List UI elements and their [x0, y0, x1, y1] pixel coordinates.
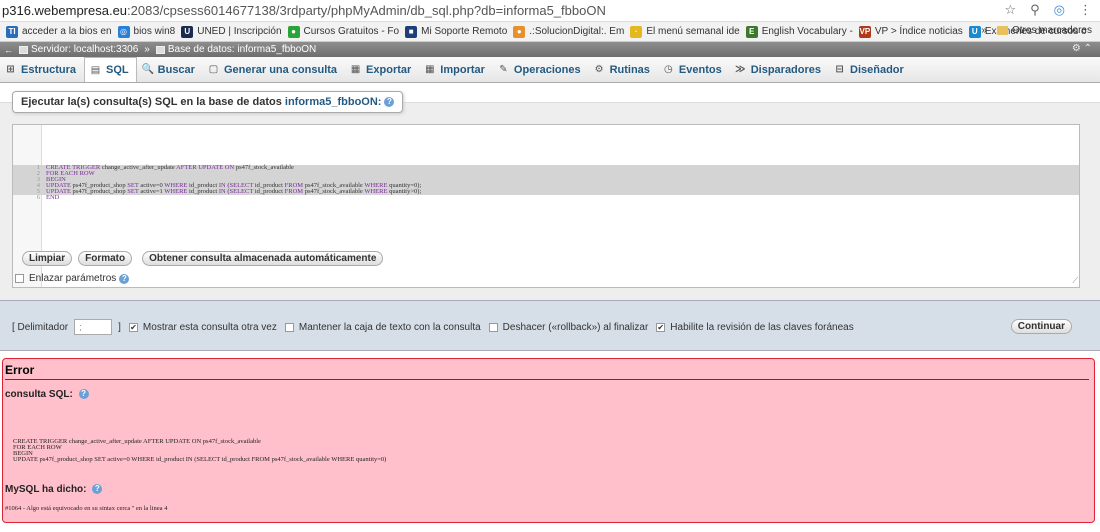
sql-code[interactable]: 1 CREATE TRIGGER change_active_after_upda…	[13, 125, 1079, 201]
solucion-bookmark-icon: ●	[513, 25, 526, 38]
uned-bookmark-icon: U	[181, 25, 194, 38]
bookmark-item[interactable]: E English Vocabulary -	[745, 25, 853, 38]
english-bookmark-icon: E	[745, 25, 758, 38]
help-icon[interactable]: ?	[78, 389, 89, 400]
query-icon: ▢	[208, 64, 219, 75]
structure-icon: ⊞	[6, 64, 15, 75]
tab-buscar[interactable]: 🔍 Buscar	[137, 57, 203, 82]
format-button[interactable]: Formato	[78, 251, 133, 266]
bookmark-item[interactable]: TI acceder a la bios en	[6, 25, 112, 38]
breadcrumb: ← Servidor: localhost:3306 » Base de dat…	[0, 42, 1100, 57]
rollback-option[interactable]: Deshacer («rollback») al finalizar	[488, 322, 648, 333]
tab-importar[interactable]: ▦ Importar	[419, 57, 493, 82]
rollback-checkbox[interactable]	[488, 322, 498, 332]
tab-sql[interactable]: ▤ SQL	[84, 57, 137, 82]
server-icon	[19, 45, 28, 54]
error-title: Error	[5, 363, 35, 377]
error-message: #1064 - Algo está equivocado en su sinta…	[5, 505, 168, 512]
bind-params-checkbox[interactable]	[15, 274, 24, 283]
footer	[0, 525, 1100, 532]
delimiter-input[interactable]: ;	[74, 319, 113, 335]
clear-button[interactable]: Limpiar	[22, 251, 73, 266]
foreign-key-option[interactable]: ✔ Habilite la revisión de las claves forá…	[656, 322, 854, 333]
bookmark-item[interactable]: ● Cursos Gratuitos - Fo	[287, 25, 399, 38]
events-icon: ◷	[664, 64, 673, 75]
collapse-icon[interactable]: ⌃	[1084, 43, 1092, 54]
bios-bookmark-icon: ◎	[117, 25, 130, 38]
import-icon: ▦	[425, 64, 435, 75]
bookmark-item[interactable]: ■ Mi Soporte Remoto	[405, 25, 507, 38]
cursos-bookmark-icon: ●	[287, 25, 300, 38]
foreign-key-checkbox[interactable]: ✔	[656, 322, 666, 332]
tab-rutinas[interactable]: ⚙ Rutinas	[589, 57, 658, 82]
tab-operaciones[interactable]: ✎ Operaciones	[493, 57, 589, 82]
vp-bookmark-icon: VP	[858, 25, 871, 38]
database-icon	[155, 45, 165, 54]
tab-exportar[interactable]: ▦ Exportar	[345, 57, 419, 82]
bookmark-item[interactable]: VP VP > Índice noticias	[858, 25, 963, 38]
routines-icon: ⚙	[594, 64, 604, 75]
divider	[5, 379, 1089, 380]
gear-icon[interactable]: ⚙	[1072, 43, 1081, 54]
sql-icon: ▤	[90, 64, 101, 76]
bookmarks-bar: TI acceder a la bios en ◎ bios win8 U UNED | …	[0, 22, 1100, 42]
export-icon: ▦	[350, 64, 361, 75]
help-icon[interactable]: ?	[92, 484, 103, 495]
bookmark-item[interactable]: · El menú semanal ide	[630, 25, 740, 38]
tab-disparadores[interactable]: ≫ Disparadores	[730, 57, 829, 82]
keep-textbox-option[interactable]: Mantener la caja de texto con la consult…	[284, 322, 481, 333]
acceder-bookmark-icon: TI	[6, 25, 18, 38]
mysql-said-label: MySQL ha dicho: ?	[5, 484, 103, 495]
code-text: END	[46, 194, 60, 201]
tab-diseñador[interactable]: ⊟ Diseñador	[829, 57, 912, 82]
breadcrumb-server[interactable]: Servidor: localhost:3306	[19, 44, 138, 55]
bind-params-option[interactable]: Enlazar parámetros ?	[15, 273, 130, 284]
tab-eventos[interactable]: ◷ Eventos	[658, 57, 730, 82]
arrow-left-icon[interactable]: ←	[4, 45, 13, 55]
bookmark-item[interactable]: U UNED | Inscripción	[181, 25, 282, 38]
bookmark-item[interactable]: ● .:SolucionDigital:. Em	[513, 25, 624, 38]
sql-query-label: consulta SQL: ?	[5, 389, 89, 400]
error-sql-text: CREATE TRIGGER change_active_after_updat…	[13, 438, 387, 463]
help-icon[interactable]: ?	[384, 97, 395, 108]
star-icon[interactable]: ☆	[1004, 2, 1016, 18]
sql-panel-title: Ejecutar la(s) consulta(s) SQL en la bas…	[12, 91, 404, 113]
breadcrumb-database[interactable]: Base de datos: informa5_fbboON	[155, 44, 316, 55]
key-icon[interactable]: ⚲	[1030, 2, 1040, 18]
keep-textbox-checkbox[interactable]	[284, 322, 294, 332]
show-query-checkbox[interactable]: ✔	[128, 322, 138, 332]
line-number: 6	[36, 194, 40, 201]
other-bookmarks[interactable]: Otros marcadores	[996, 25, 1092, 36]
bookmark-item[interactable]: ◎ bios win8	[117, 25, 175, 38]
continue-button[interactable]: Continuar	[1010, 319, 1072, 334]
get-stored-query-button[interactable]: Obtener consulta almacenada automáticame…	[142, 251, 384, 266]
url-text[interactable]: p316.webempresa.eu:2083/cpsess6014677138…	[2, 3, 606, 18]
operations-icon: ✎	[499, 64, 508, 75]
code-line: 6 END	[13, 194, 1079, 201]
search-icon: 🔍	[141, 64, 155, 75]
tab-generar-una-consulta[interactable]: ▢ Generar una consulta	[203, 57, 345, 82]
overflow-chevron-icon[interactable]: »	[981, 25, 987, 36]
extension-icon[interactable]: ◎	[1054, 2, 1065, 18]
examenes-bookmark-icon: U	[968, 25, 981, 38]
show-query-option[interactable]: ✔ Mostrar esta consulta otra vez	[128, 322, 277, 333]
menu-dots-icon[interactable]: ⋮	[1079, 2, 1092, 18]
resize-handle-icon[interactable]: ⟋	[1072, 276, 1078, 286]
error-panel: Error consulta SQL: ? CREATE TRIGGER cha…	[2, 358, 1095, 523]
soporte-bookmark-icon: ■	[405, 25, 418, 38]
menu-bookmark-icon: ·	[630, 25, 643, 38]
tab-bar: ⊞ Estructura ▤ SQL 🔍 Buscar ▢ Generar una consu…	[0, 57, 1100, 83]
db-name-link[interactable]: informa5_fbboON:	[285, 96, 382, 108]
triggers-icon: ≫	[734, 64, 746, 75]
options-panel: [ Delimitador ; ] ✔ Mostrar esta consulta…	[0, 300, 1100, 351]
browser-url-bar[interactable]: p316.webempresa.eu:2083/cpsess6014677138…	[0, 0, 1100, 22]
help-icon[interactable]: ?	[119, 273, 130, 284]
tab-estructura[interactable]: ⊞ Estructura	[0, 57, 84, 82]
designer-icon: ⊟	[835, 64, 844, 75]
folder-icon	[996, 25, 1008, 35]
breadcrumb-separator: »	[144, 44, 150, 55]
